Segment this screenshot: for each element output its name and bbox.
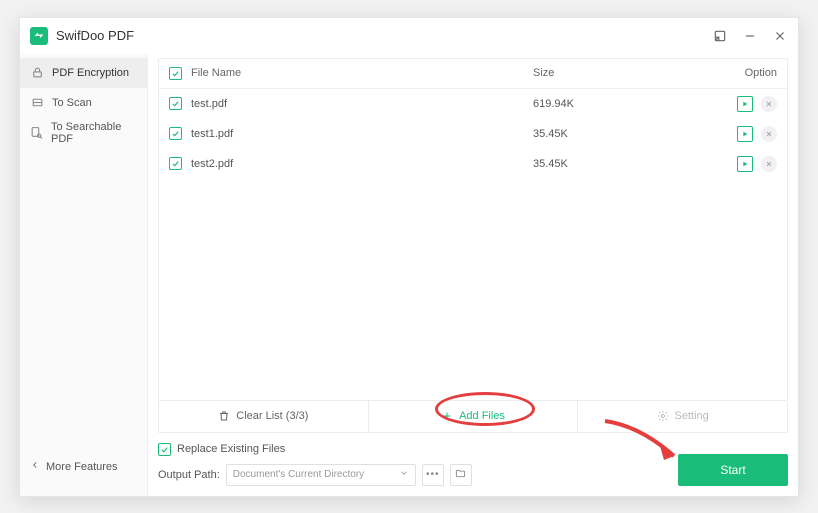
table-row: test2.pdf 35.45K: [159, 149, 787, 179]
replace-existing-label: Replace Existing Files: [177, 443, 285, 455]
chevron-left-icon: [30, 460, 40, 473]
searchable-icon: [30, 126, 43, 140]
trash-icon: [218, 410, 230, 422]
file-name-cell: test1.pdf: [191, 128, 533, 140]
setting-label: Setting: [675, 410, 709, 422]
gear-icon: [657, 410, 669, 422]
folder-icon: [455, 468, 466, 482]
output-path-select[interactable]: Document's Current Directory: [226, 464, 416, 486]
file-name-cell: test.pdf: [191, 98, 533, 110]
sidebar-item-to-scan[interactable]: To Scan: [20, 88, 147, 118]
output-path-label: Output Path:: [158, 469, 220, 481]
add-files-label: Add Files: [459, 410, 505, 422]
remove-button[interactable]: [761, 156, 777, 172]
row-checkbox[interactable]: [169, 127, 182, 140]
lock-icon: [30, 66, 44, 80]
sidebar-item-label: To Scan: [52, 97, 92, 109]
header-size: Size: [533, 67, 713, 79]
file-size-cell: 35.45K: [533, 128, 713, 140]
more-features-button[interactable]: More Features: [20, 452, 147, 482]
play-button[interactable]: [737, 126, 753, 142]
output-path-value: Document's Current Directory: [233, 469, 364, 480]
thumbnail-button[interactable]: [712, 28, 728, 44]
sidebar-item-label: To Searchable PDF: [51, 121, 137, 145]
file-name-cell: test2.pdf: [191, 158, 533, 170]
app-logo-icon: [30, 27, 48, 45]
close-button[interactable]: [772, 28, 788, 44]
plus-icon: [441, 410, 453, 422]
header-file-name: File Name: [191, 67, 533, 79]
remove-button[interactable]: [761, 126, 777, 142]
start-label: Start: [720, 463, 745, 477]
clear-list-button[interactable]: Clear List (3/3): [159, 401, 369, 432]
browse-button[interactable]: •••: [422, 464, 444, 486]
sidebar-item-pdf-encryption[interactable]: PDF Encryption: [20, 58, 147, 88]
table-row: test.pdf 619.94K: [159, 89, 787, 119]
select-all-checkbox[interactable]: [169, 67, 182, 80]
sidebar-item-to-searchable-pdf[interactable]: To Searchable PDF: [20, 118, 147, 148]
ellipsis-icon: •••: [426, 469, 440, 480]
more-features-label: More Features: [46, 461, 118, 473]
table-row: test1.pdf 35.45K: [159, 119, 787, 149]
setting-button[interactable]: Setting: [578, 401, 787, 432]
titlebar: SwifDoo PDF: [20, 18, 798, 54]
file-size-cell: 619.94K: [533, 98, 713, 110]
sidebar-item-label: PDF Encryption: [52, 67, 129, 79]
scan-icon: [30, 96, 44, 110]
sidebar: PDF Encryption To Scan To Searchable PDF: [20, 54, 148, 496]
chevron-down-icon: [399, 468, 409, 481]
header-option: Option: [713, 67, 777, 79]
play-button[interactable]: [737, 96, 753, 112]
file-size-cell: 35.45K: [533, 158, 713, 170]
remove-button[interactable]: [761, 96, 777, 112]
action-bar: Clear List (3/3) Add Files Setting: [158, 401, 788, 433]
open-folder-button[interactable]: [450, 464, 472, 486]
start-button[interactable]: Start: [678, 454, 788, 486]
app-title: SwifDoo PDF: [56, 28, 712, 43]
row-checkbox[interactable]: [169, 157, 182, 170]
row-checkbox[interactable]: [169, 97, 182, 110]
minimize-button[interactable]: [742, 28, 758, 44]
clear-list-label: Clear List (3/3): [236, 410, 308, 422]
file-table: File Name Size Option test.pdf 619.94K t…: [158, 58, 788, 401]
main-panel: File Name Size Option test.pdf 619.94K t…: [148, 54, 798, 496]
replace-existing-checkbox[interactable]: [158, 443, 171, 456]
add-files-button[interactable]: Add Files: [369, 401, 579, 432]
play-button[interactable]: [737, 156, 753, 172]
